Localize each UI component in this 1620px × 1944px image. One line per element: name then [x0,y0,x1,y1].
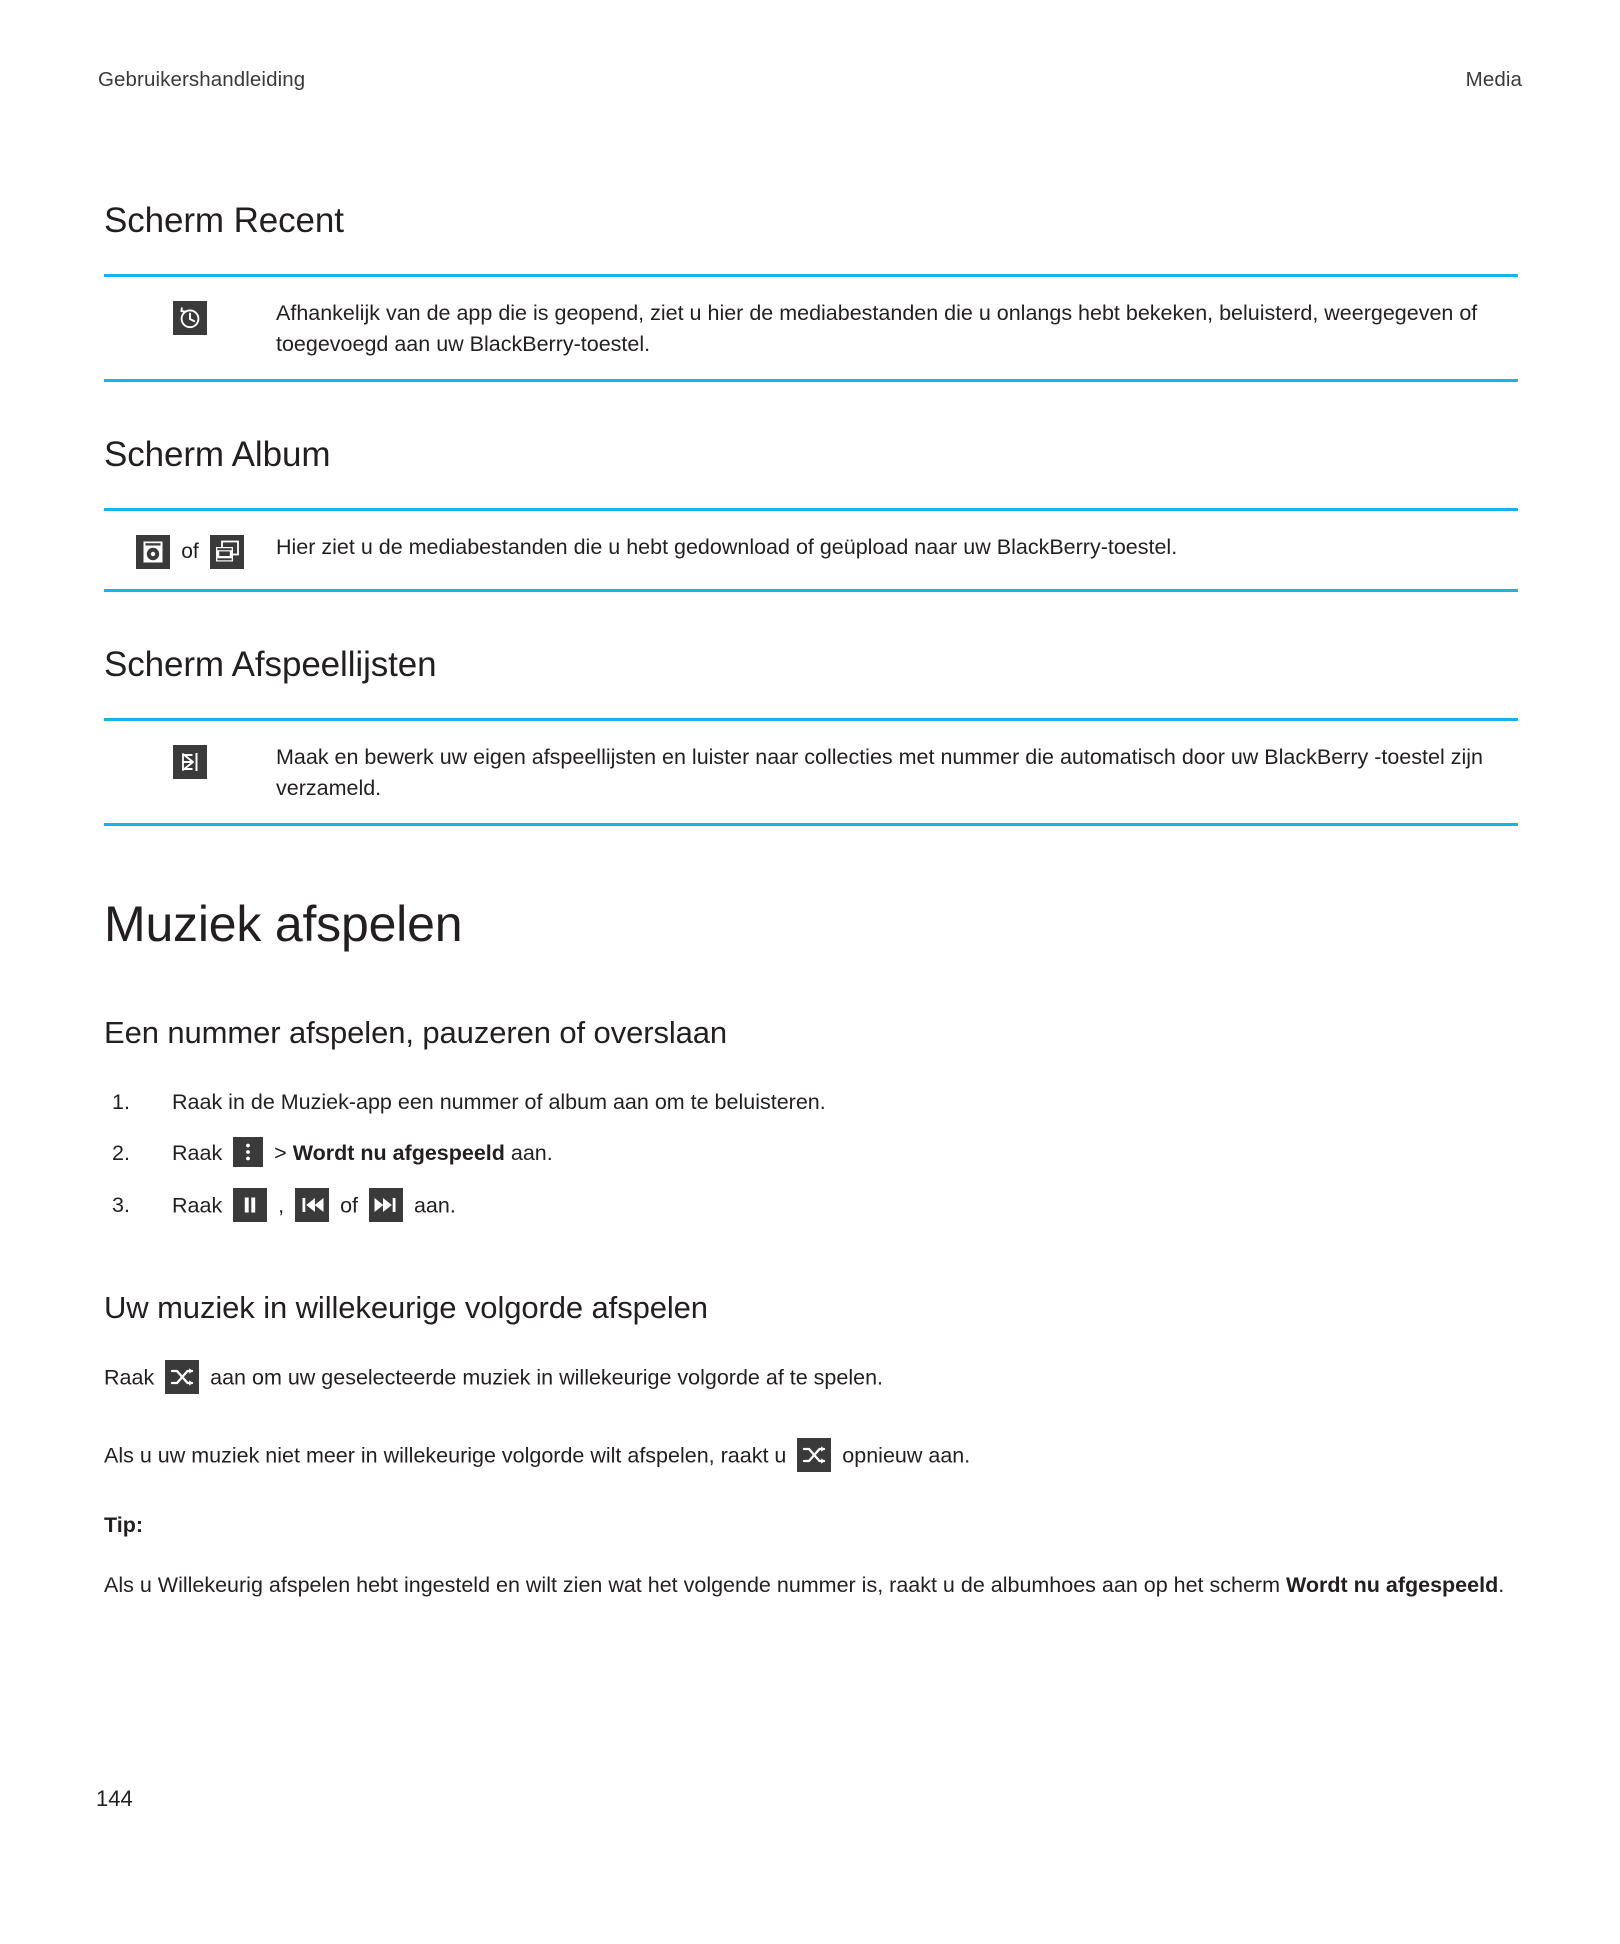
step-number: 3. [112,1193,130,1218]
section-heading-scherm-afspeellijsten: Scherm Afspeellijsten [104,645,437,685]
page-number: 144 [96,1786,133,1811]
desc-table-scherm-recent: Afhankelijk van de app die is geopend, z… [104,274,1518,383]
document-page: Gebruikershandleiding Media Scherm Recen… [0,0,1620,1944]
next-track-icon [368,1188,403,1223]
shuffle-p2-post: opnieuw aan. [836,1444,971,1469]
shuffle-icon [797,1438,832,1473]
shuffle-paragraph-2: Als u uw muziek niet meer in willekeurig… [104,1438,1518,1474]
step-text-bold: Wordt nu afgespeeld [292,1140,505,1165]
desc-text-scherm-afspeellijsten: Maak en bewerk uw eigen afspeellijsten e… [276,745,1483,800]
running-header-left: Gebruikershandleiding [98,68,306,91]
chapter-title: Muziek afspelen [104,896,463,953]
shuffle-p1-pre: Raak [104,1366,161,1391]
step-text-sep: > [268,1140,293,1165]
list-item: 1. Raak in de Muziek-app een nummer of a… [104,1087,1518,1117]
step-text-post: aan. [504,1140,553,1165]
previous-track-icon [295,1188,330,1223]
subsection-heading-play-pause-skip: Een nummer afspelen, pauzeren of oversla… [104,1014,728,1050]
step-text-pre: Raak [172,1140,229,1165]
step-text-post: aan. [407,1193,456,1218]
running-header: Gebruikershandleiding Media [98,68,1522,92]
recent-clock-icon [173,301,207,335]
overflow-menu-icon [233,1137,264,1168]
step-number: 2. [112,1140,130,1165]
tip-label: Tip: [104,1513,144,1538]
step-text-pre: Raak [172,1193,229,1218]
desc-icon-cell: of [104,532,276,570]
media-stack-icon [209,535,244,570]
shuffle-p1-post: aan om uw geselecteerde muziek in willek… [204,1366,883,1391]
section-heading-scherm-recent: Scherm Recent [104,201,344,240]
running-header-right: Media [1465,68,1522,91]
page-content: Scherm Recent Afhankelijk van de app die… [104,200,1518,1601]
desc-icon-cell [104,742,276,780]
pause-icon [233,1188,268,1223]
step-text-sep1: , [272,1193,291,1218]
icon-separator-label: of [181,540,199,564]
section-heading-scherm-album: Scherm Album [104,435,331,475]
steps-list-play-pause-skip: 1. Raak in de Muziek-app een nummer of a… [104,1087,1518,1224]
desc-table-scherm-afspeellijsten: Maak en bewerk uw eigen afspeellijsten e… [104,718,1518,827]
list-item: 3. Raak , of aan. [104,1188,1518,1224]
tip-text-pre: Als u Willekeurig afspelen hebt ingestel… [104,1572,1286,1597]
tip-paragraph: Als u Willekeurig afspelen hebt ingestel… [104,1570,1518,1601]
shuffle-p2-pre: Als u uw muziek niet meer in willekeurig… [104,1444,793,1469]
shuffle-paragraph-1: Raak aan om uw geselecteerde muziek in w… [104,1360,1518,1396]
tip-text-post: . [1498,1572,1505,1597]
step-text-sep2: of [334,1193,364,1218]
camera-album-icon [136,535,171,570]
step-number: 1. [112,1089,130,1114]
subsection-heading-shuffle: Uw muziek in willekeurige volgorde afspe… [104,1290,708,1326]
step-text: Raak in de Muziek-app een nummer of albu… [172,1089,826,1114]
shuffle-icon [165,1360,200,1395]
tip-text-bold: Wordt nu afgespeeld [1285,1572,1499,1597]
desc-text-scherm-recent: Afhankelijk van de app die is geopend, z… [276,301,1478,356]
desc-icon-cell [104,298,276,335]
playlist-icon [173,745,207,780]
list-item: 2. Raak > Wordt nu afgespeeld aan. [104,1137,1518,1169]
desc-text-scherm-album: Hier ziet u de mediabestanden die u hebt… [276,535,1178,560]
desc-table-scherm-album: of Hier ziet u de mediabestanden die u h… [104,508,1518,593]
